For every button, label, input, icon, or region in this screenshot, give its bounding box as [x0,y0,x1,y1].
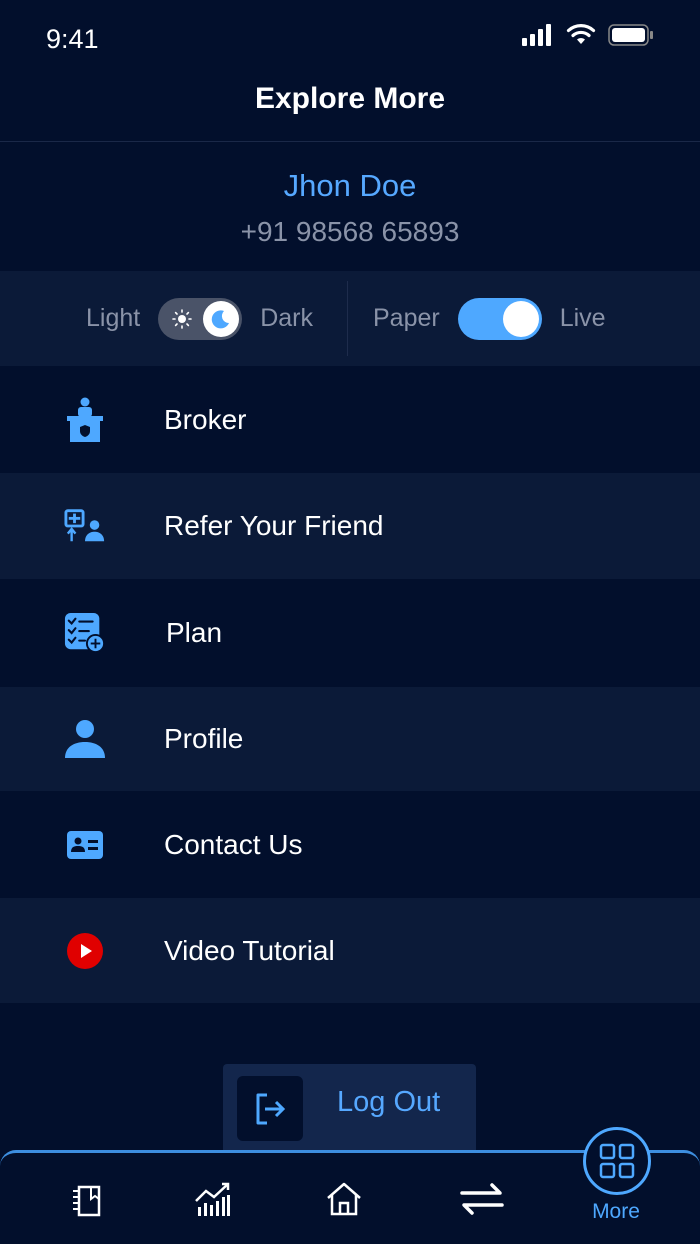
sun-icon [171,308,193,330]
menu-item-contact[interactable]: Contact Us [0,791,700,898]
toggle-row: Light Dark Paper Live [0,271,700,366]
theme-switch-knob [203,300,240,337]
status-time: 9:41 [46,24,99,54]
status-bar: 9:41 [0,0,700,80]
home-icon[interactable] [322,1177,366,1221]
menu-item-label: Video Tutorial [164,934,335,966]
mode-toggle-group: Paper Live [373,271,606,366]
paper-label: Paper [373,304,440,332]
menu-item-broker[interactable]: Broker [0,367,700,473]
transfer-icon[interactable] [460,1177,504,1221]
watchlist-icon[interactable] [64,1177,108,1221]
grid-icon [599,1143,635,1179]
logout-label: Log Out [337,1086,441,1118]
logout-icon-box [237,1076,303,1141]
menu-item-video-tutorial[interactable]: Video Tutorial [0,898,700,1003]
page-title: Explore More [254,82,446,115]
user-info: Jhon Doe +91 98568 65893 [0,160,700,252]
toggle-divider [347,281,348,356]
theme-switch[interactable] [158,297,243,340]
menu-list: Broker Refer Your Friend Plan Profile Co… [0,367,700,1003]
wifi-icon [566,24,596,44]
live-label: Live [559,304,606,332]
logout-button[interactable]: Log Out [223,1064,476,1150]
theme-toggle-group: Light Dark [86,271,313,366]
menu-item-profile[interactable]: Profile [0,687,700,791]
menu-item-label: Refer Your Friend [164,510,384,541]
menu-item-refer[interactable]: Refer Your Friend [0,473,700,579]
plan-icon [64,612,106,654]
logout-icon [256,1093,286,1124]
mode-switch[interactable] [457,297,542,340]
moon-icon [211,309,230,328]
user-phone: +91 98568 65893 [240,216,460,247]
dark-label: Dark [260,304,314,332]
user-name: Jhon Doe [283,168,417,203]
menu-item-label: Profile [164,723,244,754]
menu-item-label: Contact Us [164,828,303,860]
signal-icon [522,24,551,46]
chart-icon[interactable] [191,1177,235,1221]
status-icons [522,24,654,46]
light-label: Light [86,304,141,332]
contact-icon [64,824,106,866]
menu-item-plan[interactable]: Plan [0,579,700,687]
mode-switch-knob [502,300,539,337]
broker-icon [64,397,106,442]
menu-item-label: Broker [164,404,247,435]
battery-icon [608,24,653,46]
profile-icon [64,718,106,760]
more-tab-button[interactable] [583,1127,651,1195]
menu-item-label: Plan [166,617,223,648]
youtube-icon [64,930,106,972]
header: Explore More [0,70,700,142]
refer-icon [64,505,106,547]
more-tab-label[interactable]: More [566,1200,666,1224]
